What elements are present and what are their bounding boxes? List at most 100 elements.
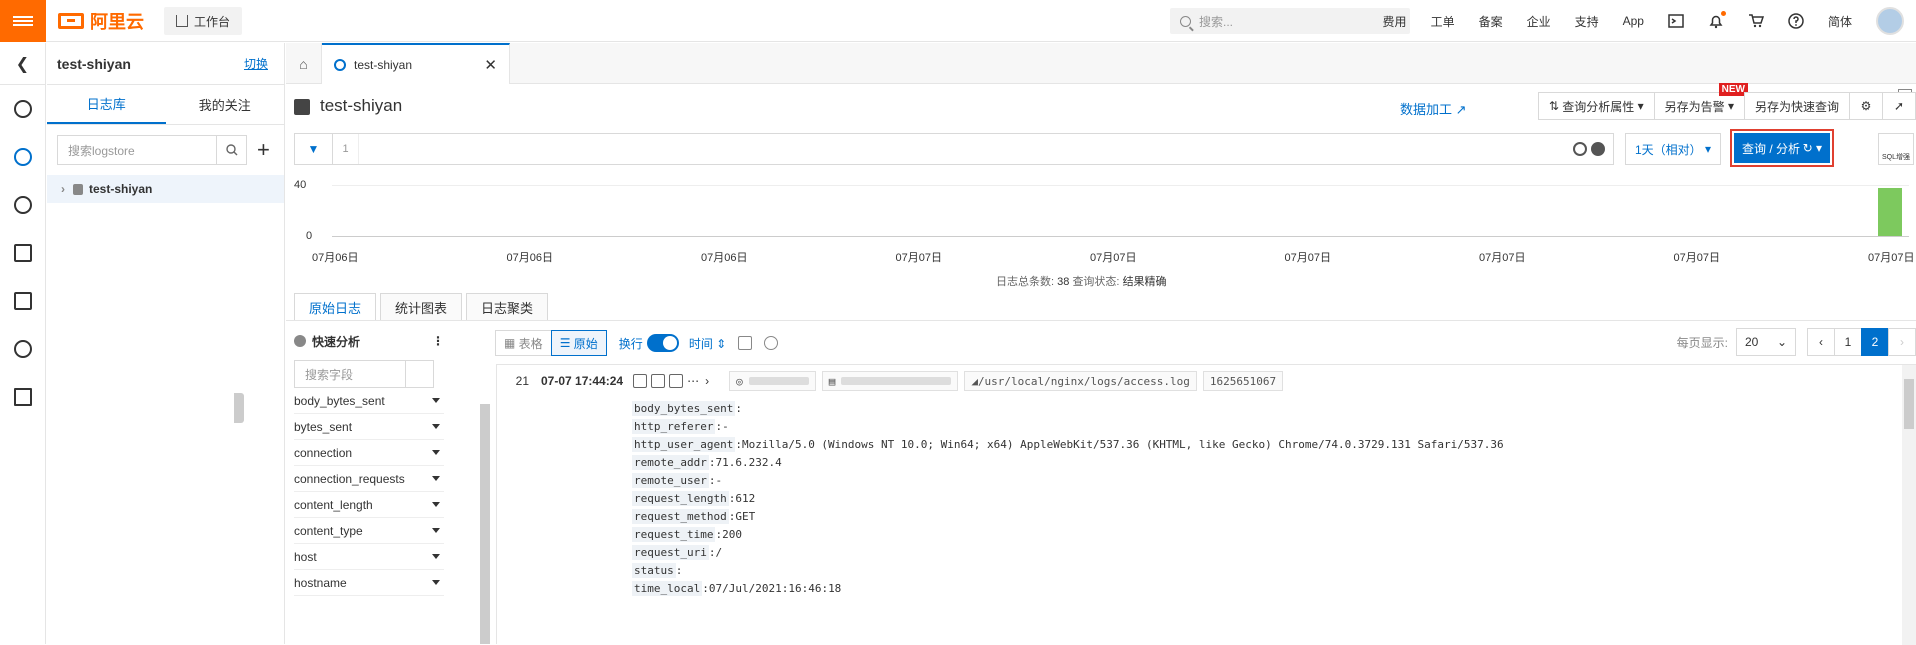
ip-tag[interactable]: ◎	[729, 371, 816, 391]
query-editor[interactable]: ▼ 1	[294, 133, 1614, 165]
tab-test-shiyan[interactable]: test-shiyan ✕	[322, 43, 510, 84]
field-scrollbar[interactable]	[480, 404, 490, 644]
panel-collapse-handle[interactable]	[234, 393, 244, 423]
grid-apps-icon[interactable]	[0, 373, 45, 421]
save-as-quick-query-button[interactable]: 另存为快速查询	[1743, 92, 1850, 120]
caret-down-icon[interactable]	[432, 398, 440, 403]
log-field-key[interactable]: remote_addr	[632, 454, 709, 470]
add-logstore-icon[interactable]: +	[257, 137, 270, 163]
data-processing-link[interactable]: 数据加工 ↗	[1400, 99, 1467, 118]
log-field-key[interactable]: http_user_agent	[632, 436, 736, 452]
field-item[interactable]: body_bytes_sent	[294, 388, 444, 414]
host-tag[interactable]: ▤	[821, 371, 959, 391]
tab-raw-logs[interactable]: 原始日志	[294, 293, 377, 321]
prev-page-button[interactable]: ‹	[1807, 328, 1835, 356]
per-page-select[interactable]: 20 ⌄	[1736, 328, 1796, 356]
gear-icon[interactable]	[1573, 142, 1587, 156]
log-field-key[interactable]: request_uri	[632, 544, 709, 560]
context-icon[interactable]	[651, 374, 666, 388]
log-field-key[interactable]: remote_user	[632, 472, 709, 488]
field-item[interactable]: connection_requests	[294, 466, 444, 492]
logstore-item[interactable]: › test-shiyan	[47, 175, 284, 203]
next-page-button[interactable]: ›	[1888, 328, 1916, 356]
caret-down-icon[interactable]	[432, 528, 440, 533]
clock-icon[interactable]	[0, 85, 45, 133]
monitor-icon[interactable]	[0, 181, 45, 229]
table-view-toggle[interactable]: ▦ 表格	[495, 330, 552, 356]
query-properties-button[interactable]: ⇅ 查询分析属性 ▾	[1537, 92, 1655, 120]
alert-bell-icon[interactable]	[0, 325, 45, 373]
tab-home-icon[interactable]: ⌂	[286, 43, 322, 84]
workbench-button[interactable]: 工作台	[164, 7, 243, 35]
log-field-key[interactable]: time_local	[632, 580, 703, 596]
logstore-search-input[interactable]: 搜索logstore	[57, 135, 217, 165]
expand-icon[interactable]: ›	[705, 374, 719, 388]
field-item[interactable]: bytes_sent	[294, 414, 444, 440]
more-icon[interactable]: ⋮	[432, 334, 444, 348]
sql-enhance-button[interactable]: SQL增强	[1878, 133, 1914, 165]
log-scrollbar[interactable]	[1902, 365, 1916, 645]
help-icon[interactable]	[1788, 13, 1804, 29]
logstore-search-button[interactable]	[217, 135, 247, 165]
topic-tag[interactable]: 1625651067	[1202, 371, 1284, 391]
copy-icon[interactable]	[633, 374, 648, 388]
book-icon[interactable]	[0, 277, 45, 325]
field-item[interactable]: connection	[294, 440, 444, 466]
log-field-key[interactable]: http_referer	[632, 418, 716, 434]
caret-down-icon[interactable]	[432, 424, 440, 429]
tab-logstores[interactable]: 日志库	[47, 85, 166, 124]
page-1-button[interactable]: 1	[1834, 328, 1862, 356]
back-arrow-icon[interactable]: ❮	[0, 43, 45, 85]
nav-icp[interactable]: 备案	[1479, 13, 1503, 30]
menu-icon[interactable]	[0, 0, 46, 42]
log-field-key[interactable]: request_length	[632, 490, 729, 506]
settings-icon[interactable]	[764, 336, 779, 350]
cube-icon[interactable]	[0, 229, 45, 277]
download-icon[interactable]	[738, 336, 753, 350]
caret-down-icon[interactable]	[432, 450, 440, 455]
page-2-button[interactable]: 2	[1861, 328, 1889, 356]
language-switch[interactable]: 简体	[1828, 13, 1852, 30]
caret-down-icon[interactable]	[432, 502, 440, 507]
field-item[interactable]: host	[294, 544, 444, 570]
close-icon[interactable]: ✕	[484, 56, 497, 74]
cart-icon[interactable]	[1748, 13, 1764, 29]
log-field-key[interactable]: status	[632, 562, 676, 578]
histogram-bar[interactable]	[1878, 188, 1902, 236]
field-item[interactable]: hostname	[294, 570, 444, 596]
time-sort-button[interactable]: 时间 ⇕	[689, 335, 726, 352]
collapse-icon[interactable]	[294, 335, 306, 347]
settings-gear-icon[interactable]: ⚙	[1849, 92, 1883, 120]
refresh-icon[interactable]: ↻ ▾	[1803, 141, 1822, 155]
wrap-switch[interactable]	[646, 334, 679, 352]
nav-support[interactable]: 支持	[1575, 13, 1599, 30]
line-wrap-toggle[interactable]: 换行	[619, 334, 679, 352]
caret-down-icon[interactable]	[432, 554, 440, 559]
tab-charts[interactable]: 统计图表	[380, 293, 463, 321]
log-field-key[interactable]: request_method	[632, 508, 729, 524]
tab-log-clustering[interactable]: 日志聚类	[466, 293, 549, 321]
switch-project-link[interactable]: 切换	[244, 55, 268, 72]
caret-down-icon[interactable]	[432, 476, 440, 481]
query-analyze-button[interactable]: 查询 / 分析 ↻ ▾	[1734, 133, 1830, 163]
field-search-input[interactable]: 搜索字段	[294, 360, 406, 388]
nav-app[interactable]: App	[1623, 14, 1644, 28]
time-range-select[interactable]: 1天（相对） ▾	[1625, 133, 1721, 165]
field-item[interactable]: content_type	[294, 518, 444, 544]
raw-view-toggle[interactable]: ☰ 原始	[550, 330, 607, 356]
nav-enterprise[interactable]: 企业	[1527, 13, 1551, 30]
terminal-icon[interactable]	[1668, 13, 1684, 29]
search-log-icon[interactable]	[0, 133, 45, 181]
field-search-button[interactable]	[406, 360, 434, 388]
save-as-alert-button[interactable]: 另存为告警 ▾ NEW	[1653, 83, 1748, 120]
field-item[interactable]: content_length	[294, 492, 444, 518]
chevron-right-icon[interactable]: ›	[61, 182, 65, 196]
log-field-key[interactable]: body_bytes_sent	[632, 400, 736, 416]
more-actions-icon[interactable]: ⋯	[687, 374, 701, 388]
user-avatar[interactable]	[1876, 7, 1904, 35]
livetail-icon[interactable]	[669, 374, 684, 388]
share-icon[interactable]: ➚	[1882, 92, 1916, 120]
aliyun-logo[interactable]: 阿里云	[58, 9, 144, 33]
chevron-down-icon[interactable]: ▼	[295, 134, 333, 164]
nav-fees[interactable]: 费用	[1383, 13, 1407, 30]
